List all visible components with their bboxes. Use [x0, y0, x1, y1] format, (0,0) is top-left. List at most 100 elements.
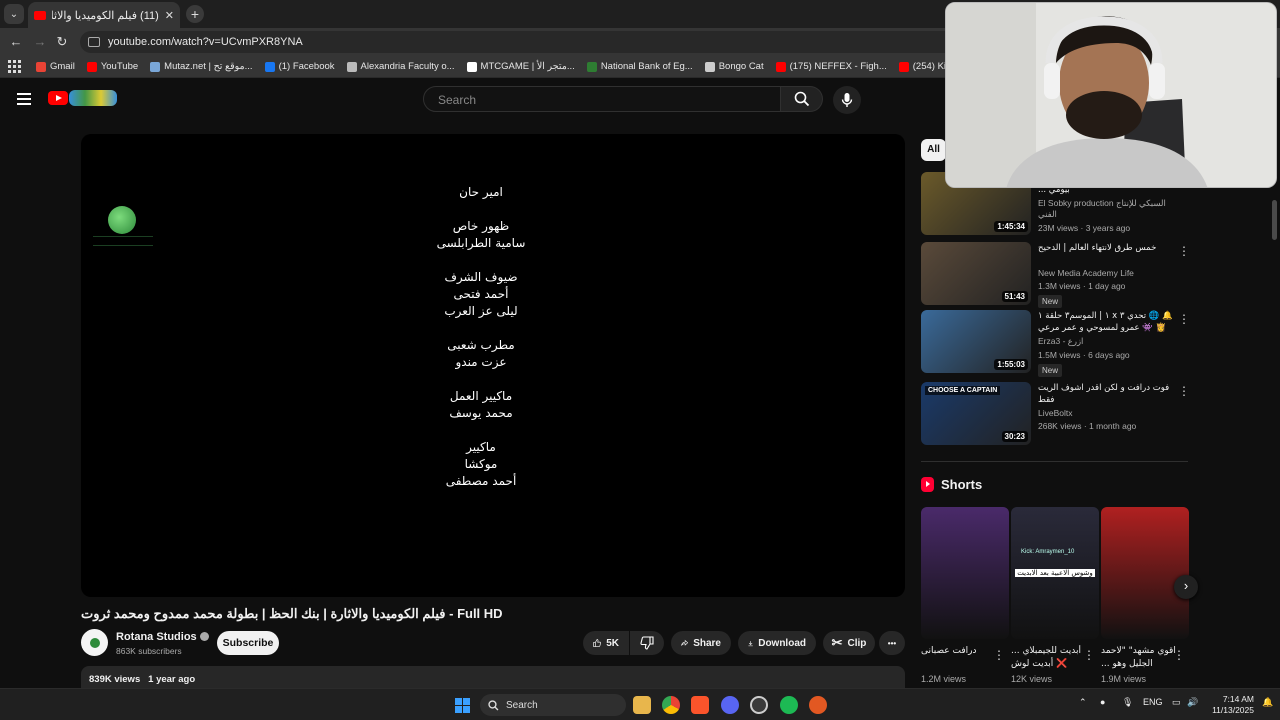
credit-block: مطرب شعبى عزت مندو [401, 337, 561, 371]
credit-block: امير حان [401, 184, 561, 201]
like-button[interactable]: 5K [583, 631, 629, 655]
channel-name[interactable]: Rotana Studios [116, 631, 209, 643]
short-thumbnail[interactable] [1101, 507, 1189, 639]
youtube-logo-icon[interactable] [48, 91, 68, 105]
short-title[interactable]: اقوي مشهد" "لاحمد الجليل وهو ... [1101, 645, 1183, 671]
clip-button[interactable]: ✂ Clip [823, 631, 875, 655]
bookmark-item[interactable]: National Bank of Eg... [586, 61, 693, 72]
download-button[interactable]: Download [738, 631, 816, 655]
bookmark-favicon-icon [586, 61, 597, 72]
back-arrow-icon[interactable]: ← [8, 34, 24, 50]
more-vertical-icon[interactable]: ⋮ [1178, 244, 1190, 258]
menu-hamburger-icon[interactable] [17, 93, 31, 105]
short-thumbnail[interactable] [921, 507, 1009, 639]
recommended-video-title[interactable]: فوت درافت و لكن اقدر اشوف الريت فقط [1038, 382, 1173, 406]
credit-line: سامية الطرابلسى [436, 236, 526, 250]
voice-search-button[interactable] [833, 86, 861, 114]
recommended-video-title[interactable]: خمس طرق لانتهاء العالم | الدحيح [1038, 242, 1173, 266]
windows-taskbar: Search ⌃ ● 🎙 ENG ▭ 🔊 7:14 AM 11/13/2025 … [0, 688, 1280, 720]
bookmark-item[interactable]: YouTube [86, 61, 138, 72]
recommended-video[interactable]: CHOOSE A CAPTAIN 30:23 فوت درافت و لكن اقد… [921, 382, 1191, 446]
more-vertical-icon[interactable]: ⋮ [1173, 648, 1185, 662]
reload-icon[interactable]: ↻ [54, 34, 70, 50]
tray-mic-icon[interactable]: 🎙 [1122, 697, 1133, 708]
download-icon [748, 640, 753, 646]
new-tab-button[interactable]: + [186, 5, 204, 23]
address-bar[interactable]: youtube.com/watch?v=UCvmPXR8YNA [80, 31, 980, 53]
short-thumbnail[interactable]: Kick: Amraymen_10 وشوس الاعبية بعد الابدي… [1011, 507, 1099, 639]
short-title[interactable]: أبديت للجيمبلاي ... ❌ أبديت لوش [1011, 645, 1093, 671]
share-button[interactable]: Share [671, 631, 731, 655]
brave-icon[interactable] [691, 696, 709, 714]
bookmark-item[interactable]: Gmail [36, 61, 75, 72]
more-actions-button[interactable]: ••• [879, 631, 905, 655]
bookmark-item[interactable]: (1) Facebook [264, 61, 335, 72]
volume-icon[interactable]: 🔊 [1187, 697, 1198, 708]
recommended-video[interactable]: 51:43 خمس طرق لانتهاء العالم | الدحيح New … [921, 242, 1191, 308]
forward-arrow-icon[interactable]: → [32, 34, 48, 50]
tray-app-icon[interactable]: ● [1100, 697, 1105, 707]
credit-line: مطرب شعبى [447, 338, 515, 352]
file-explorer-icon[interactable] [633, 696, 651, 714]
bookmark-item[interactable]: Bongo Cat [704, 61, 764, 72]
more-vertical-icon[interactable]: ⋮ [1178, 384, 1190, 398]
subscribe-button[interactable]: Subscribe [217, 631, 279, 655]
bookmark-item[interactable]: Alexandria Faculty o... [346, 61, 455, 72]
network-icon[interactable]: ▭ [1172, 697, 1181, 708]
notification-bell-icon[interactable]: 🔔 [1262, 697, 1273, 708]
apps-grid-icon[interactable] [8, 59, 22, 74]
video-thumbnail[interactable]: 1:55:03 [921, 310, 1031, 373]
recommended-channel[interactable]: El Sobky production السبكي للإنتاج الفني [1038, 198, 1173, 220]
new-badge: New [1038, 295, 1063, 308]
upload-age: 1 year ago [148, 674, 196, 685]
bookmark-item[interactable]: (175) NEFFEX - Figh... [775, 61, 887, 72]
shorts-next-arrow-icon[interactable]: › [1174, 575, 1198, 599]
video-thumbnail[interactable]: CHOOSE A CAPTAIN 30:23 [921, 382, 1031, 445]
recommended-video-title[interactable]: 🔔 🌐 تحدي ٣ x ١ | الموسم٣ حلقة ١ 👸 👾 عمرو… [1038, 310, 1173, 334]
chrome-icon[interactable] [662, 696, 680, 714]
language-indicator[interactable]: ENG [1143, 697, 1163, 707]
taskbar-clock[interactable]: 7:14 AM 11/13/2025 [1208, 694, 1254, 716]
site-info-icon[interactable] [88, 37, 100, 47]
tab-close-icon[interactable]: ✕ [165, 9, 174, 22]
browser-tab-active[interactable]: (11) فيلم الكوميديا والاثارة | بنك الحظ … [28, 2, 180, 28]
youtube-doodle-logo[interactable] [69, 90, 117, 106]
filter-chip-all[interactable]: All [921, 139, 946, 161]
recommended-channel[interactable]: New Media Academy Life [1038, 268, 1173, 278]
video-player[interactable]: امير حان ظهور خاص سامية الطرابلسى ضيوف الشر… [81, 134, 905, 597]
short-title[interactable]: درافت عصبانى [921, 645, 1003, 671]
tab-search-menu-button[interactable]: ⌄ [4, 4, 24, 24]
more-vertical-icon[interactable]: ⋮ [1178, 312, 1190, 326]
recommended-channel[interactable]: Erza3 - ازرع [1038, 336, 1173, 347]
windows-start-icon[interactable] [455, 698, 470, 713]
taskbar-search[interactable]: Search [480, 694, 626, 716]
tray-chevron-icon[interactable]: ⌃ [1079, 697, 1087, 708]
more-vertical-icon[interactable]: ⋮ [1083, 648, 1095, 662]
spotify-icon[interactable] [780, 696, 798, 714]
youtube-favicon-icon [34, 10, 46, 20]
dislike-button[interactable] [630, 631, 664, 655]
thumbs-up-icon [593, 639, 601, 647]
steam-icon[interactable] [750, 696, 768, 714]
discord-icon[interactable] [721, 696, 739, 714]
video-duration: 1:55:03 [994, 359, 1028, 370]
short-info: اقوي مشهد" "لاحمد الجليل وهو ... 1.9M vie… [1101, 645, 1183, 684]
shorts-header: Shorts [921, 477, 982, 492]
recommended-channel[interactable]: LiveBoltx [1038, 408, 1173, 418]
bookmark-item[interactable]: MTCGAME | متجر الأ... [466, 61, 575, 72]
page-scrollbar-thumb[interactable] [1272, 200, 1277, 240]
channel-avatar[interactable] [81, 629, 108, 656]
app-icon[interactable] [809, 696, 827, 714]
credit-line: امير حان [459, 185, 503, 199]
short-overlay-text: وشوس الاعبية بعد الابديت [1015, 569, 1095, 577]
more-vertical-icon[interactable]: ⋮ [993, 648, 1005, 662]
share-arrow-icon [681, 639, 689, 646]
search-button[interactable] [781, 86, 823, 112]
video-thumbnail[interactable]: 51:43 [921, 242, 1031, 305]
search-input[interactable]: Search [423, 86, 781, 112]
recommended-video[interactable]: 1:55:03 🔔 🌐 تحدي ٣ x ١ | الموسم٣ حلقة ١ 👸… [921, 310, 1191, 377]
bookmark-item[interactable]: Mutaz.net | موقع تح... [150, 61, 253, 72]
bookmark-favicon-icon [264, 61, 275, 72]
more-dots-icon: ••• [887, 638, 897, 648]
microphone-icon [841, 93, 853, 107]
